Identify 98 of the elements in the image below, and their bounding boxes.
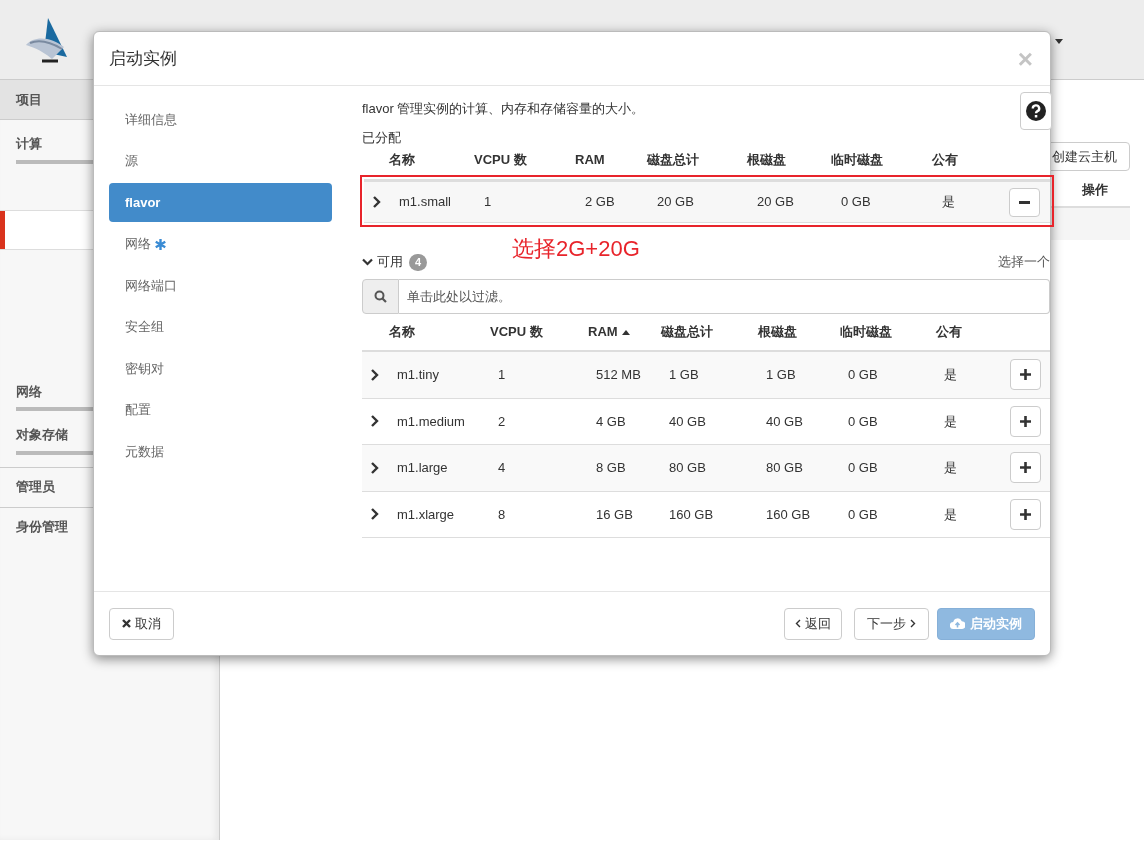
table-cell-text: 4 GB <box>596 412 627 431</box>
modal-title: 启动实例 <box>109 47 177 70</box>
column-header[interactable]: 名称 <box>389 322 415 342</box>
sidebar-item[interactable]: 管理员 <box>16 477 55 497</box>
column-header[interactable]: RAM <box>588 322 618 342</box>
table-cell-text: 8 GB <box>596 459 627 477</box>
close-icon <box>122 619 131 628</box>
table-cell-text: 8 <box>498 505 507 524</box>
table-cell-text: 160 GB <box>766 505 812 524</box>
table-cell-text: 1 <box>484 193 493 212</box>
table-cell-text: 40 GB <box>766 412 804 431</box>
caret-down-icon[interactable] <box>1055 39 1063 44</box>
wizard-step[interactable]: 网络端口 <box>125 275 177 296</box>
chevron-right-icon[interactable] <box>370 368 379 381</box>
column-header: 根磁盘 <box>747 151 787 170</box>
count-badge: 4 <box>409 253 427 271</box>
table-cell-text: 0 GB <box>848 366 879 384</box>
wizard-step[interactable]: 源 <box>125 151 138 171</box>
plus-icon <box>1020 462 1031 474</box>
plus-icon <box>1020 508 1031 520</box>
column-header: 操作 <box>1082 181 1108 200</box>
chevron-right-icon <box>910 619 916 628</box>
table-cell-text: 是 <box>944 412 958 431</box>
table-cell-text: m1.tiny <box>397 366 440 384</box>
table-cell-text: 2 <box>498 412 507 431</box>
wizard-step[interactable]: 网络 <box>125 234 151 254</box>
add-button[interactable] <box>1010 452 1041 484</box>
column-header: RAM <box>575 151 606 170</box>
column-header: 公有 <box>932 151 959 170</box>
table-cell-text: 20 GB <box>757 193 795 212</box>
column-header: 名称 <box>389 151 416 170</box>
table-cell-text: 160 GB <box>669 505 715 524</box>
wizard-step[interactable]: 安全组 <box>125 317 164 337</box>
wizard-step[interactable]: 密钥对 <box>125 358 164 379</box>
table-cell-text: m1.xlarge <box>397 505 456 524</box>
cloud-upload-icon <box>950 618 965 629</box>
table-cell-text: 40 GB <box>669 412 707 431</box>
section-label: 已分配 <box>362 129 401 147</box>
column-header[interactable]: 公有 <box>936 322 962 342</box>
table-cell-text: 4 <box>498 459 507 477</box>
column-header: VCPU 数 <box>474 151 528 170</box>
table-cell-text: 16 GB <box>596 505 634 524</box>
sort-ascending-icon[interactable] <box>621 329 630 335</box>
table-cell-text: 是 <box>942 193 956 212</box>
table-cell-text: 0 GB <box>848 505 879 524</box>
table-cell-text: 1 GB <box>766 366 797 384</box>
search-icon <box>362 279 399 314</box>
section-label[interactable]: 可用 <box>377 252 403 272</box>
next-button[interactable]: 下一步 <box>854 607 929 640</box>
chevron-down-icon[interactable] <box>362 258 373 266</box>
chevron-right-icon[interactable] <box>370 461 379 474</box>
description-text: flavor 管理实例的计算、内存和存储容量的大小。 <box>362 100 645 118</box>
column-header: 磁盘总计 <box>647 151 700 170</box>
table-cell-text: 80 GB <box>766 459 804 477</box>
minus-icon <box>1019 200 1030 204</box>
table-cell-text: 1 <box>498 366 507 384</box>
table-cell-text: 0 GB <box>848 412 879 431</box>
wizard-step[interactable]: 配置 <box>125 400 151 420</box>
annotation-text: 选择2G+20G <box>512 235 640 263</box>
help-icon <box>1026 101 1046 121</box>
add-button[interactable] <box>1010 405 1041 437</box>
column-header: 临时磁盘 <box>831 151 884 170</box>
cancel-button[interactable]: 取消 <box>109 607 174 640</box>
table-cell-text: 是 <box>944 366 958 384</box>
table-cell-text: 0 GB <box>848 459 879 477</box>
table-cell-text: 是 <box>944 459 958 477</box>
column-header[interactable]: 根磁盘 <box>758 322 797 342</box>
add-button[interactable] <box>1010 359 1041 391</box>
table-cell-text: 是 <box>944 505 958 524</box>
table-cell-text: 512 MB <box>596 366 642 384</box>
plus-icon <box>1020 415 1031 427</box>
back-button[interactable]: 返回 <box>784 607 842 640</box>
chevron-right-icon[interactable] <box>372 196 381 208</box>
filter-field[interactable]: 单击此处以过滤。 <box>399 279 1050 314</box>
table-cell-text: 20 GB <box>657 193 695 212</box>
help-button[interactable] <box>1020 92 1052 130</box>
add-button[interactable] <box>1010 498 1041 530</box>
table-cell-text: 80 GB <box>669 459 707 477</box>
table-cell-text: m1.small <box>399 193 452 212</box>
table-cell-text: m1.medium <box>397 412 466 431</box>
column-header[interactable]: VCPU 数 <box>490 322 543 342</box>
chevron-right-icon[interactable] <box>370 415 379 428</box>
remove-button[interactable] <box>1009 187 1040 217</box>
plus-icon <box>1020 369 1031 381</box>
column-header[interactable]: 磁盘总计 <box>661 322 713 342</box>
wizard-step[interactable]: 详细信息 <box>125 109 177 130</box>
column-header[interactable]: 临时磁盘 <box>840 322 892 342</box>
sidebar-item[interactable]: 身份管理 <box>16 517 68 537</box>
wizard-step[interactable]: 元数据 <box>125 441 164 462</box>
chevron-left-icon <box>795 619 801 628</box>
chevron-right-icon[interactable] <box>370 508 379 521</box>
table-cell-text: 2 GB <box>585 193 616 212</box>
table-cell-text: 0 GB <box>841 193 872 212</box>
sidebar-item[interactable]: 项目 <box>16 89 42 110</box>
table-cell-text: 1 GB <box>669 366 700 384</box>
wizard-step[interactable]: flavor <box>109 183 332 222</box>
selection-hint: 选择一个 <box>998 253 1050 272</box>
table-cell-text: m1.large <box>397 459 449 477</box>
